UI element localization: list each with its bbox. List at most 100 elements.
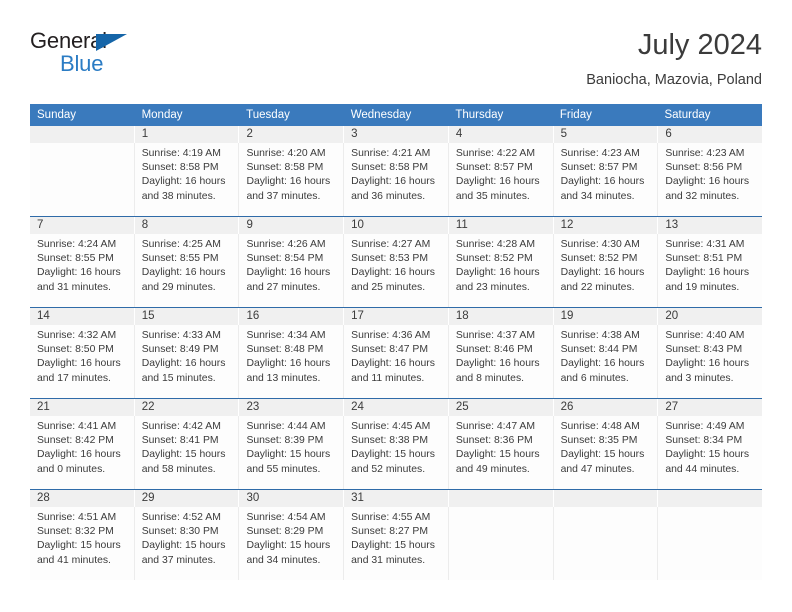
day-cell[interactable]: Sunrise: 4:47 AM Sunset: 8:36 PM Daylight:… — [449, 416, 554, 489]
sunrise-text: Sunrise: 4:20 AM — [246, 148, 326, 159]
day-number[interactable]: 14 — [30, 308, 135, 325]
day-cell[interactable]: Sunrise: 4:19 AM Sunset: 8:58 PM Daylight:… — [135, 143, 240, 216]
daylight-text-line2: and 47 minutes. — [560, 463, 635, 475]
day-number[interactable]: 17 — [344, 308, 449, 325]
day-number[interactable]: 30 — [239, 490, 345, 507]
day-number[interactable]: 9 — [239, 217, 345, 234]
sunrise-text: Sunrise: 4:36 AM — [351, 330, 431, 341]
day-cell[interactable]: Sunrise: 4:30 AM Sunset: 8:52 PM Daylight:… — [554, 234, 659, 307]
sunset-text: Sunset: 8:52 PM — [455, 253, 533, 265]
day-cell[interactable]: Sunrise: 4:45 AM Sunset: 8:38 PM Daylight:… — [344, 416, 449, 489]
day-number[interactable]: 10 — [344, 217, 449, 234]
page-title: July 2024 — [637, 29, 762, 61]
day-number[interactable]: 6 — [658, 126, 762, 143]
day-cell[interactable]: Sunrise: 4:31 AM Sunset: 8:51 PM Daylight:… — [658, 234, 762, 307]
week-date-strip: 14 15 16 17 18 19 20 — [30, 308, 762, 325]
day-cell[interactable]: Sunrise: 4:20 AM Sunset: 8:58 PM Daylight:… — [239, 143, 345, 216]
daylight-text-line1: Daylight: 16 hours — [246, 267, 331, 279]
title-block: July 2024 Baniocha, Mazovia, Poland — [586, 28, 762, 90]
day-cell[interactable]: Sunrise: 4:48 AM Sunset: 8:35 PM Daylight:… — [554, 416, 659, 489]
daylight-text-line1: Daylight: 15 hours — [560, 449, 645, 461]
day-number[interactable]: 31 — [344, 490, 449, 507]
day-cell[interactable]: Sunrise: 4:21 AM Sunset: 8:58 PM Daylight:… — [344, 143, 449, 216]
day-cell[interactable]: Sunrise: 4:55 AM Sunset: 8:27 PM Daylight:… — [344, 507, 449, 580]
day-cell[interactable]: Sunrise: 4:23 AM Sunset: 8:56 PM Daylight:… — [658, 143, 762, 216]
day-cell[interactable]: Sunrise: 4:44 AM Sunset: 8:39 PM Daylight:… — [239, 416, 345, 489]
page-subtitle: Baniocha, Mazovia, Poland — [586, 72, 762, 88]
day-number[interactable]: 2 — [239, 126, 345, 143]
sunset-text: Sunset: 8:43 PM — [665, 344, 743, 356]
daylight-text-line1: Daylight: 16 hours — [141, 358, 226, 370]
daylight-text-line2: and 32 minutes. — [665, 190, 740, 202]
day-number[interactable]: 1 — [135, 126, 240, 143]
day-number[interactable]: 3 — [344, 126, 449, 143]
daylight-text-line2: and 19 minutes. — [665, 281, 740, 293]
day-cell[interactable]: Sunrise: 4:42 AM Sunset: 8:41 PM Daylight:… — [135, 416, 240, 489]
sunrise-text: Sunrise: 4:26 AM — [246, 239, 326, 250]
day-cell[interactable]: Sunrise: 4:23 AM Sunset: 8:57 PM Daylight:… — [554, 143, 659, 216]
day-number[interactable]: 22 — [135, 399, 240, 416]
daylight-text-line1: Daylight: 16 hours — [37, 449, 121, 461]
day-cell[interactable]: Sunrise: 4:26 AM Sunset: 8:54 PM Daylight:… — [239, 234, 345, 307]
sunrise-text: Sunrise: 4:23 AM — [665, 148, 745, 159]
day-cell[interactable]: Sunrise: 4:27 AM Sunset: 8:53 PM Daylight:… — [344, 234, 449, 307]
daylight-text-line1: Daylight: 15 hours — [455, 449, 540, 461]
day-cell[interactable]: Sunrise: 4:36 AM Sunset: 8:47 PM Daylight:… — [344, 325, 449, 398]
day-cell[interactable]: Sunrise: 4:33 AM Sunset: 8:49 PM Daylight:… — [135, 325, 240, 398]
day-cell[interactable]: Sunrise: 4:34 AM Sunset: 8:48 PM Daylight:… — [239, 325, 345, 398]
day-number[interactable]: 29 — [135, 490, 240, 507]
daylight-text-line1: Daylight: 16 hours — [37, 358, 121, 370]
daylight-text-line1: Daylight: 16 hours — [455, 267, 540, 279]
day-number[interactable]: 8 — [135, 217, 240, 234]
day-number[interactable]: 28 — [30, 490, 135, 507]
weekday-header-monday: Monday — [141, 109, 183, 121]
day-number-empty — [449, 490, 554, 507]
sunset-text: Sunset: 8:55 PM — [141, 253, 219, 265]
sunrise-text: Sunrise: 4:23 AM — [560, 148, 640, 159]
daylight-text-line1: Daylight: 15 hours — [141, 540, 226, 552]
day-cell[interactable]: Sunrise: 4:37 AM Sunset: 8:46 PM Daylight:… — [449, 325, 554, 398]
weekday-header-friday: Friday — [559, 109, 592, 121]
calendar-week-row: 28 29 30 31 Sunrise: 4:51 AM Sunset: 8:32 PM D… — [30, 489, 762, 580]
day-number[interactable]: 13 — [658, 217, 762, 234]
day-cell[interactable]: Sunrise: 4:54 AM Sunset: 8:29 PM Daylight:… — [239, 507, 345, 580]
day-number[interactable]: 5 — [554, 126, 659, 143]
day-number[interactable]: 4 — [449, 126, 554, 143]
day-cell[interactable]: Sunrise: 4:52 AM Sunset: 8:30 PM Daylight:… — [135, 507, 240, 580]
general-blue-logo[interactable]: General Blue — [30, 28, 160, 84]
sunset-text: Sunset: 8:47 PM — [351, 344, 428, 356]
day-cell[interactable]: Sunrise: 4:32 AM Sunset: 8:50 PM Daylight:… — [30, 325, 135, 398]
day-number[interactable]: 15 — [135, 308, 240, 325]
daylight-text-line1: Daylight: 15 hours — [351, 449, 435, 461]
day-number[interactable]: 7 — [30, 217, 135, 234]
day-number[interactable]: 12 — [554, 217, 659, 234]
day-number[interactable]: 27 — [658, 399, 762, 416]
day-number[interactable]: 18 — [449, 308, 554, 325]
day-number[interactable]: 11 — [449, 217, 554, 234]
day-number[interactable]: 26 — [554, 399, 659, 416]
day-number[interactable]: 21 — [30, 399, 135, 416]
day-cell[interactable]: Sunrise: 4:28 AM Sunset: 8:52 PM Daylight:… — [449, 234, 554, 307]
day-cell[interactable]: Sunrise: 4:51 AM Sunset: 8:32 PM Daylight:… — [30, 507, 135, 580]
sunrise-text: Sunrise: 4:28 AM — [455, 239, 536, 250]
daylight-text-line1: Daylight: 16 hours — [560, 267, 645, 279]
day-cell[interactable]: Sunrise: 4:22 AM Sunset: 8:57 PM Daylight:… — [449, 143, 554, 216]
daylight-text-line2: and 44 minutes. — [665, 463, 740, 475]
day-number[interactable]: 20 — [658, 308, 762, 325]
sunset-text: Sunset: 8:57 PM — [560, 162, 638, 174]
day-number[interactable]: 24 — [344, 399, 449, 416]
day-cell[interactable]: Sunrise: 4:38 AM Sunset: 8:44 PM Daylight:… — [554, 325, 659, 398]
sunset-text: Sunset: 8:38 PM — [351, 435, 428, 447]
day-cell[interactable]: Sunrise: 4:49 AM Sunset: 8:34 PM Daylight:… — [658, 416, 762, 489]
day-cell[interactable]: Sunrise: 4:40 AM Sunset: 8:43 PM Daylight:… — [658, 325, 762, 398]
day-cell[interactable]: Sunrise: 4:25 AM Sunset: 8:55 PM Daylight:… — [135, 234, 240, 307]
day-number[interactable]: 16 — [239, 308, 345, 325]
day-cell[interactable]: Sunrise: 4:24 AM Sunset: 8:55 PM Daylight:… — [30, 234, 135, 307]
day-number[interactable]: 19 — [554, 308, 659, 325]
weekday-header-tuesday: Tuesday — [246, 109, 290, 121]
day-number[interactable]: 23 — [239, 399, 345, 416]
sunrise-text: Sunrise: 4:30 AM — [560, 239, 640, 250]
day-cell[interactable]: Sunrise: 4:41 AM Sunset: 8:42 PM Daylight:… — [30, 416, 135, 489]
week-body-row: Sunrise: 4:41 AM Sunset: 8:42 PM Daylight:… — [30, 416, 762, 489]
day-number[interactable]: 25 — [449, 399, 554, 416]
